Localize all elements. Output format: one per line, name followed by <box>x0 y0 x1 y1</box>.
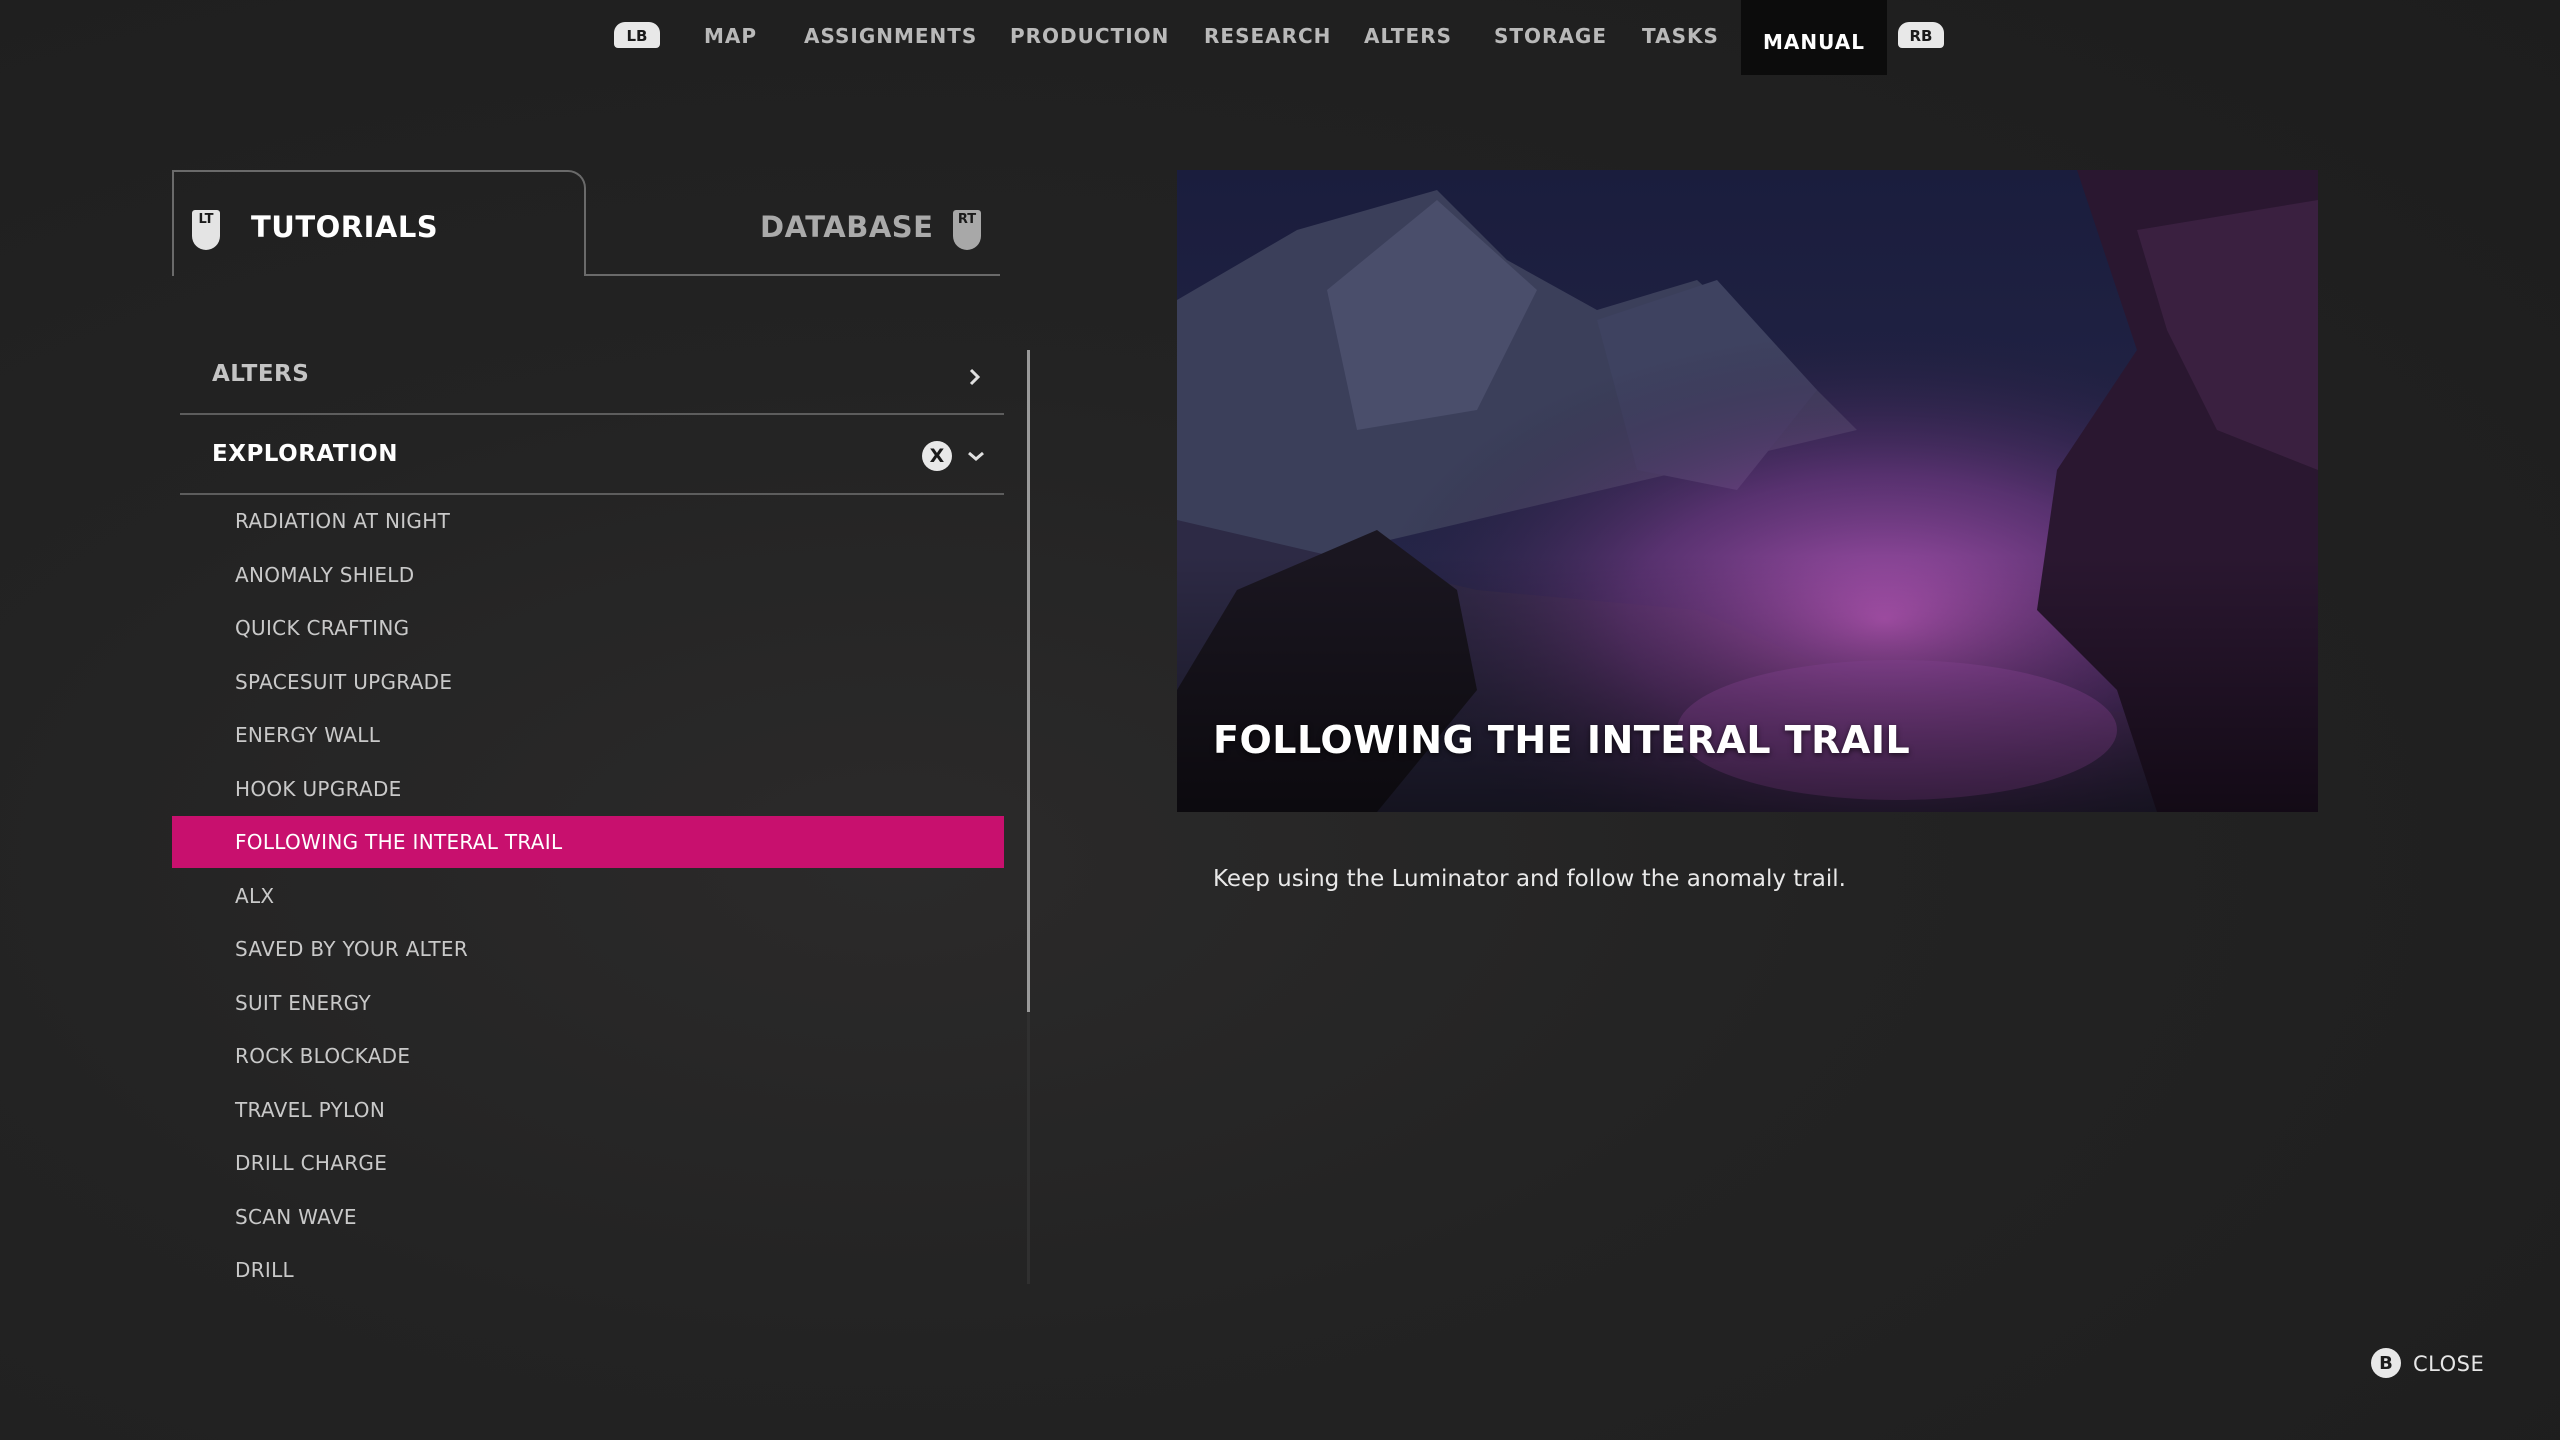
tutorial-item-label: ANOMALY SHIELD <box>235 562 415 587</box>
nav-tab-production[interactable]: PRODUCTION <box>1010 24 1169 48</box>
tutorial-description: Keep using the Luminator and follow the … <box>1213 866 1846 892</box>
rb-bumper-icon[interactable]: RB <box>1898 22 1944 48</box>
nav-tab-research[interactable]: RESEARCH <box>1204 24 1331 48</box>
scrollbar-thumb[interactable] <box>1027 350 1030 1012</box>
chevron-right-icon <box>969 368 981 386</box>
preview-title: FOLLOWING THE INTERAL TRAIL <box>1213 718 1911 762</box>
tab-database[interactable]: DATABASE <box>760 210 933 244</box>
tutorial-item-label: TRAVEL PYLON <box>235 1097 386 1122</box>
tutorial-item-label: ENERGY WALL <box>235 723 381 747</box>
tutorial-item-label: QUICK CRAFTING <box>235 616 410 640</box>
tab-underline <box>586 274 1000 276</box>
close-label: CLOSE <box>2413 1352 2485 1376</box>
tutorial-item-label: FOLLOWING THE INTERAL TRAIL <box>235 830 563 854</box>
tutorial-item[interactable]: ANOMALY SHIELD <box>172 549 1004 601</box>
tutorial-item-label: HOOK UPGRADE <box>235 776 402 801</box>
tutorial-item[interactable]: FOLLOWING THE INTERAL TRAIL <box>172 816 1004 868</box>
tutorial-item[interactable]: ROCK BLOCKADE <box>172 1030 1004 1082</box>
tutorial-item-label: RADIATION AT NIGHT <box>235 509 451 533</box>
lt-trigger-icon: LT <box>192 210 220 250</box>
rt-trigger-icon: RT <box>953 210 981 250</box>
tab-tutorials-label: TUTORIALS <box>251 210 439 244</box>
category-label: ALTERS <box>212 361 310 387</box>
tutorial-item[interactable]: RADIATION AT NIGHT <box>172 495 1004 547</box>
nav-tab-map[interactable]: MAP <box>704 24 757 48</box>
tutorial-item[interactable]: ALX <box>172 870 1004 922</box>
lb-bumper-icon[interactable]: LB <box>614 22 660 48</box>
nav-tab-tasks[interactable]: TASKS <box>1642 24 1719 48</box>
tutorial-item-label: SCAN WAVE <box>235 1204 357 1229</box>
tutorial-item[interactable]: HOOK UPGRADE <box>172 763 1004 815</box>
tutorial-item-label: ALX <box>235 883 275 908</box>
tutorial-preview-image: FOLLOWING THE INTERAL TRAIL <box>1177 170 2318 812</box>
chevron-down-icon <box>968 451 984 461</box>
tutorial-item[interactable]: QUICK CRAFTING <box>172 602 1004 654</box>
tutorial-item[interactable]: DRILL CHARGE <box>172 1137 1004 1189</box>
tutorial-item-label: SPACESUIT UPGRADE <box>235 669 453 694</box>
tutorial-item[interactable]: DRILL <box>172 1244 1004 1296</box>
nav-tab-assignments[interactable]: ASSIGNMENTS <box>804 24 977 48</box>
nav-tab-alters[interactable]: ALTERS <box>1364 24 1452 48</box>
x-button-icon: X <box>922 441 952 471</box>
category-exploration[interactable]: EXPLORATION X <box>180 417 1004 495</box>
tutorial-item[interactable]: SPACESUIT UPGRADE <box>172 656 1004 708</box>
top-navigation: LB MAP ASSIGNMENTS PRODUCTION RESEARCH A… <box>0 0 2560 75</box>
category-label: EXPLORATION <box>212 441 398 467</box>
tutorial-item[interactable]: ENERGY WALL <box>172 709 1004 761</box>
tutorial-item-label: DRILL <box>235 1258 294 1282</box>
tutorial-item-label: DRILL CHARGE <box>235 1151 388 1175</box>
tutorial-item[interactable]: SAVED BY YOUR ALTER <box>172 923 1004 975</box>
tutorial-item[interactable]: SUIT ENERGY <box>172 977 1004 1029</box>
tutorial-item-label: ROCK BLOCKADE <box>235 1044 411 1068</box>
b-button-icon: B <box>2371 1348 2401 1378</box>
nav-tab-manual[interactable]: MANUAL <box>1741 0 1887 75</box>
night-scene-illustration <box>1177 170 2318 812</box>
tutorial-item[interactable]: TRAVEL PYLON <box>172 1084 1004 1136</box>
tutorial-item-label: SUIT ENERGY <box>235 990 371 1015</box>
category-alters[interactable]: ALTERS <box>180 337 1004 415</box>
tutorial-item[interactable]: SCAN WAVE <box>172 1191 1004 1243</box>
tutorial-item-label: SAVED BY YOUR ALTER <box>235 937 469 961</box>
nav-tab-storage[interactable]: STORAGE <box>1494 24 1607 48</box>
